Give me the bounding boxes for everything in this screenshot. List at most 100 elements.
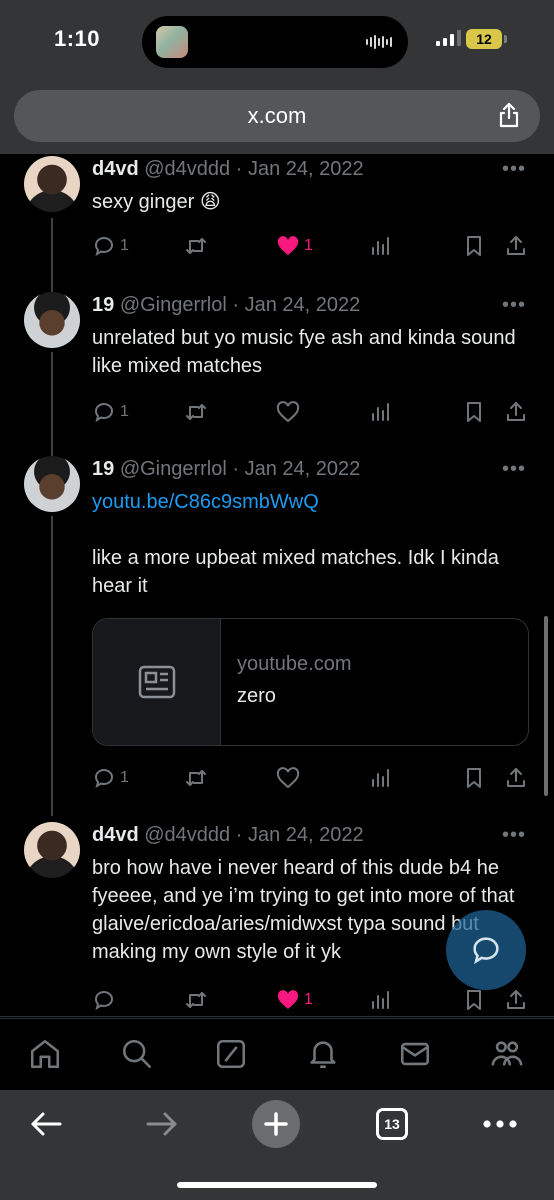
bookmark-icon bbox=[467, 402, 481, 422]
more-options-icon[interactable]: ••• bbox=[502, 158, 526, 181]
share-icon[interactable] bbox=[494, 100, 524, 130]
reply-fab[interactable] bbox=[446, 910, 526, 990]
share-icon bbox=[507, 402, 525, 421]
nav-grok[interactable] bbox=[214, 1037, 250, 1073]
reply-button[interactable]: 1 bbox=[92, 232, 129, 260]
more-button[interactable] bbox=[480, 1102, 520, 1146]
cellular-signal-icon bbox=[436, 30, 461, 46]
thread-connector bbox=[51, 218, 53, 292]
like-button[interactable] bbox=[276, 764, 300, 792]
views-button[interactable] bbox=[368, 398, 392, 426]
more-options-icon[interactable]: ••• bbox=[502, 294, 526, 317]
like-button[interactable]: 1 bbox=[276, 232, 313, 260]
tweet-actions: 1 bbox=[92, 986, 532, 1014]
forward-arrow-icon bbox=[146, 1112, 177, 1136]
reply-button[interactable]: 1 bbox=[92, 398, 129, 426]
handle-date[interactable]: @d4vddd · Jan 24, 2022 bbox=[144, 824, 363, 846]
battery-icon: 12 bbox=[466, 29, 502, 49]
dynamic-island[interactable] bbox=[142, 16, 408, 68]
audio-waveform-icon bbox=[366, 34, 392, 50]
share-tweet-button[interactable] bbox=[504, 764, 528, 792]
reply-icon bbox=[95, 237, 113, 257]
thread-connector bbox=[51, 516, 53, 816]
retweet-button[interactable] bbox=[184, 232, 208, 260]
x-bottom-nav bbox=[0, 1018, 554, 1090]
tweet-actions: 1 bbox=[92, 398, 532, 426]
views-button[interactable] bbox=[368, 986, 392, 1014]
tweet-header: 19 @Gingerrlol · Jan 24, 2022 bbox=[92, 294, 360, 317]
messages-icon bbox=[400, 1042, 430, 1066]
share-tweet-button[interactable] bbox=[504, 986, 528, 1014]
share-tweet-button[interactable] bbox=[504, 232, 528, 260]
heart-icon bbox=[276, 767, 300, 789]
forward-button[interactable] bbox=[140, 1102, 184, 1146]
retweet-icon bbox=[186, 238, 206, 254]
reply-icon bbox=[95, 991, 113, 1011]
views-button[interactable] bbox=[368, 232, 392, 260]
bookmark-icon bbox=[467, 768, 481, 788]
avatar[interactable] bbox=[24, 822, 80, 878]
handle-date[interactable]: @Gingerrlol · Jan 24, 2022 bbox=[120, 294, 360, 316]
scrollbar[interactable] bbox=[544, 616, 548, 796]
back-button[interactable] bbox=[24, 1102, 68, 1146]
address-bar[interactable]: x.com bbox=[14, 90, 540, 142]
nav-search[interactable] bbox=[120, 1037, 156, 1073]
bookmark-icon bbox=[467, 236, 481, 256]
new-tab-button[interactable] bbox=[252, 1100, 300, 1148]
heart-filled-icon bbox=[277, 236, 299, 255]
views-button[interactable] bbox=[368, 764, 392, 792]
share-tweet-button[interactable] bbox=[504, 398, 528, 426]
link-card[interactable]: youtube.com zero bbox=[92, 618, 529, 746]
more-options-icon[interactable]: ••• bbox=[502, 458, 526, 481]
avatar[interactable] bbox=[24, 456, 80, 512]
nav-home[interactable] bbox=[28, 1037, 64, 1073]
retweet-button[interactable] bbox=[184, 398, 208, 426]
share-icon bbox=[507, 990, 525, 1009]
bookmark-button[interactable] bbox=[462, 986, 486, 1014]
handle-date[interactable]: @d4vddd · Jan 24, 2022 bbox=[144, 158, 363, 180]
bookmark-icon bbox=[467, 990, 481, 1010]
reply-count: 1 bbox=[120, 237, 129, 254]
search-icon bbox=[122, 1039, 152, 1069]
bookmark-button[interactable] bbox=[462, 398, 486, 426]
like-button[interactable] bbox=[276, 398, 300, 426]
heart-icon bbox=[276, 401, 300, 423]
browser-address-area: x.com bbox=[0, 84, 554, 154]
share-icon bbox=[507, 768, 525, 787]
like-button[interactable]: 1 bbox=[276, 986, 313, 1014]
tweet-text: unrelated but yo music fye ash and kinda… bbox=[92, 327, 516, 377]
display-name[interactable]: d4vd bbox=[92, 824, 139, 846]
retweet-button[interactable] bbox=[184, 764, 208, 792]
reply-button[interactable] bbox=[92, 986, 120, 1014]
divider bbox=[0, 1016, 554, 1017]
status-time: 1:10 bbox=[54, 26, 101, 51]
home-indicator[interactable] bbox=[177, 1182, 377, 1188]
bookmark-button[interactable] bbox=[462, 764, 486, 792]
display-name[interactable]: 19 bbox=[92, 458, 114, 480]
handle-date[interactable]: @Gingerrlol · Jan 24, 2022 bbox=[120, 458, 360, 480]
display-name[interactable]: d4vd bbox=[92, 158, 139, 180]
avatar[interactable] bbox=[24, 292, 80, 348]
retweet-icon bbox=[186, 404, 206, 420]
retweet-button[interactable] bbox=[184, 986, 208, 1014]
like-count: 1 bbox=[304, 991, 313, 1008]
article-icon bbox=[138, 665, 175, 699]
share-icon bbox=[507, 236, 525, 255]
tweet-header: 19 @Gingerrlol · Jan 24, 2022 bbox=[92, 458, 360, 481]
tweet-actions: 1 1 bbox=[92, 232, 532, 260]
nav-communities[interactable] bbox=[490, 1037, 526, 1073]
bookmark-button[interactable] bbox=[462, 232, 486, 260]
retweet-icon bbox=[186, 992, 206, 1008]
avatar[interactable] bbox=[24, 156, 80, 212]
tweet-link[interactable]: youtu.be/C86c9smbWwQ bbox=[92, 488, 522, 516]
status-bar: 1:10 12 bbox=[0, 0, 554, 84]
reply-button[interactable]: 1 bbox=[92, 764, 129, 792]
more-options-icon[interactable]: ••• bbox=[502, 824, 526, 847]
nav-notifications[interactable] bbox=[306, 1037, 342, 1073]
heart-filled-icon bbox=[277, 990, 299, 1009]
reply-icon bbox=[95, 403, 113, 423]
tabs-button[interactable]: 13 bbox=[374, 1102, 410, 1146]
display-name[interactable]: 19 bbox=[92, 294, 114, 316]
nav-messages[interactable] bbox=[398, 1037, 434, 1073]
tweet-text: sexy ginger 😩 bbox=[92, 191, 221, 213]
